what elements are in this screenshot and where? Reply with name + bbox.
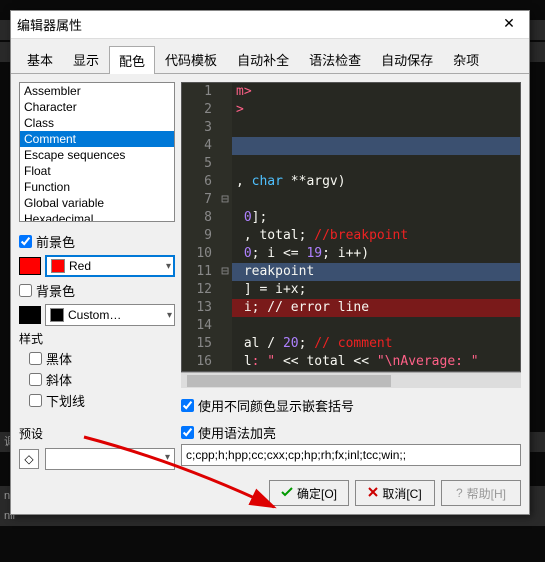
code-line: 12 ] = i+x; [182,281,520,299]
code-line: 5 [182,155,520,173]
titlebar[interactable]: 编辑器属性 ✕ [11,11,529,39]
code-line: 6, char **argv) [182,173,520,191]
close-icon[interactable]: ✕ [495,15,523,35]
listbox-item[interactable]: Hexadecimal [20,211,174,222]
help-button[interactable]: ? 帮助[H] [441,480,521,506]
preset-file-icon[interactable]: ◇ [19,449,39,469]
code-line: 3 [182,119,520,137]
ok-button[interactable]: 确定[O] [269,480,349,506]
foreground-color-combo[interactable]: Red ▾ [45,255,175,277]
tab-5[interactable]: 语法检查 [299,45,371,73]
cancel-button[interactable]: 取消[C] [355,480,435,506]
code-line: 2> [182,101,520,119]
code-line: 9 , total; //breakpoint [182,227,520,245]
check-icon [281,486,293,501]
code-line: 14 [182,317,520,335]
style-label: 样式 [19,330,175,347]
background-swatch [19,306,41,324]
chevron-down-icon: ▾ [167,310,172,321]
code-line: 7⊟ [182,191,520,209]
tab-2[interactable]: 配色 [109,46,155,74]
chevron-down-icon: ▾ [166,261,171,272]
listbox-item[interactable]: Function [20,179,174,195]
listbox-item[interactable]: Comment [20,131,174,147]
code-line: 13 i; // error line [182,299,520,317]
nested-brackets-checkbox[interactable]: 使用不同颜色显示嵌套括号 [181,396,521,415]
preset-label: 预设 [19,425,175,442]
listbox-item[interactable]: Class [20,115,174,131]
x-icon [368,486,378,500]
foreground-swatch [19,257,41,275]
listbox-item[interactable]: Escape sequences [20,147,174,163]
background-label: 背景色 [36,281,75,300]
foreground-label: 前景色 [36,232,75,251]
foreground-color-name: Red [69,259,91,273]
tab-1[interactable]: 显示 [63,45,109,73]
tab-bar: 基本显示配色代码模板自动补全语法检查自动保存杂项 [11,39,529,74]
horizontal-scrollbar[interactable] [181,372,521,388]
tab-7[interactable]: 杂项 [443,45,489,73]
help-icon: ? [456,486,463,500]
listbox-item[interactable]: Character [20,99,174,115]
tab-4[interactable]: 自动补全 [227,45,299,73]
code-line: 4 [182,137,520,155]
foreground-checkbox[interactable]: 前景色 [19,232,175,251]
style-underline-checkbox[interactable]: 下划线 [29,391,175,410]
listbox-item[interactable]: Global variable [20,195,174,211]
tab-3[interactable]: 代码模板 [155,45,227,73]
listbox-item[interactable]: Float [20,163,174,179]
filetypes-input[interactable] [181,444,521,466]
editor-properties-dialog: 编辑器属性 ✕ 基本显示配色代码模板自动补全语法检查自动保存杂项 Assembl… [10,10,530,515]
dialog-title: 编辑器属性 [17,15,495,34]
listbox-item[interactable]: Assembler [20,83,174,99]
style-italic-checkbox[interactable]: 斜体 [29,370,175,389]
tab-0[interactable]: 基本 [17,45,63,73]
preset-combo[interactable]: ▾ [45,448,175,470]
style-bold-checkbox[interactable]: 黑体 [29,349,175,368]
background-checkbox[interactable]: 背景色 [19,281,175,300]
code-preview[interactable]: 1m>2>3456, char **argv)7⊟8 0];9 , total;… [181,82,521,372]
code-line: 8 0]; [182,209,520,227]
tab-6[interactable]: 自动保存 [371,45,443,73]
code-line: 10 0; i <= 19; i++) [182,245,520,263]
syntax-highlight-checkbox[interactable]: 使用语法加亮 [181,423,521,442]
chevron-down-icon: ▾ [165,452,170,463]
code-line: 16 l: " << total << "\nAverage: " [182,353,520,371]
code-line: 1m> [182,83,520,101]
token-type-listbox[interactable]: AssemblerCharacterClassCommentEscape seq… [19,82,175,222]
code-line: 11⊟ reakpoint [182,263,520,281]
nested-brackets-label: 使用不同颜色显示嵌套括号 [198,396,354,415]
code-line: 15 al / 20; // comment [182,335,520,353]
background-color-combo[interactable]: Custom… ▾ [45,304,175,326]
syntax-highlight-label: 使用语法加亮 [198,423,276,442]
background-color-name: Custom… [68,308,121,322]
